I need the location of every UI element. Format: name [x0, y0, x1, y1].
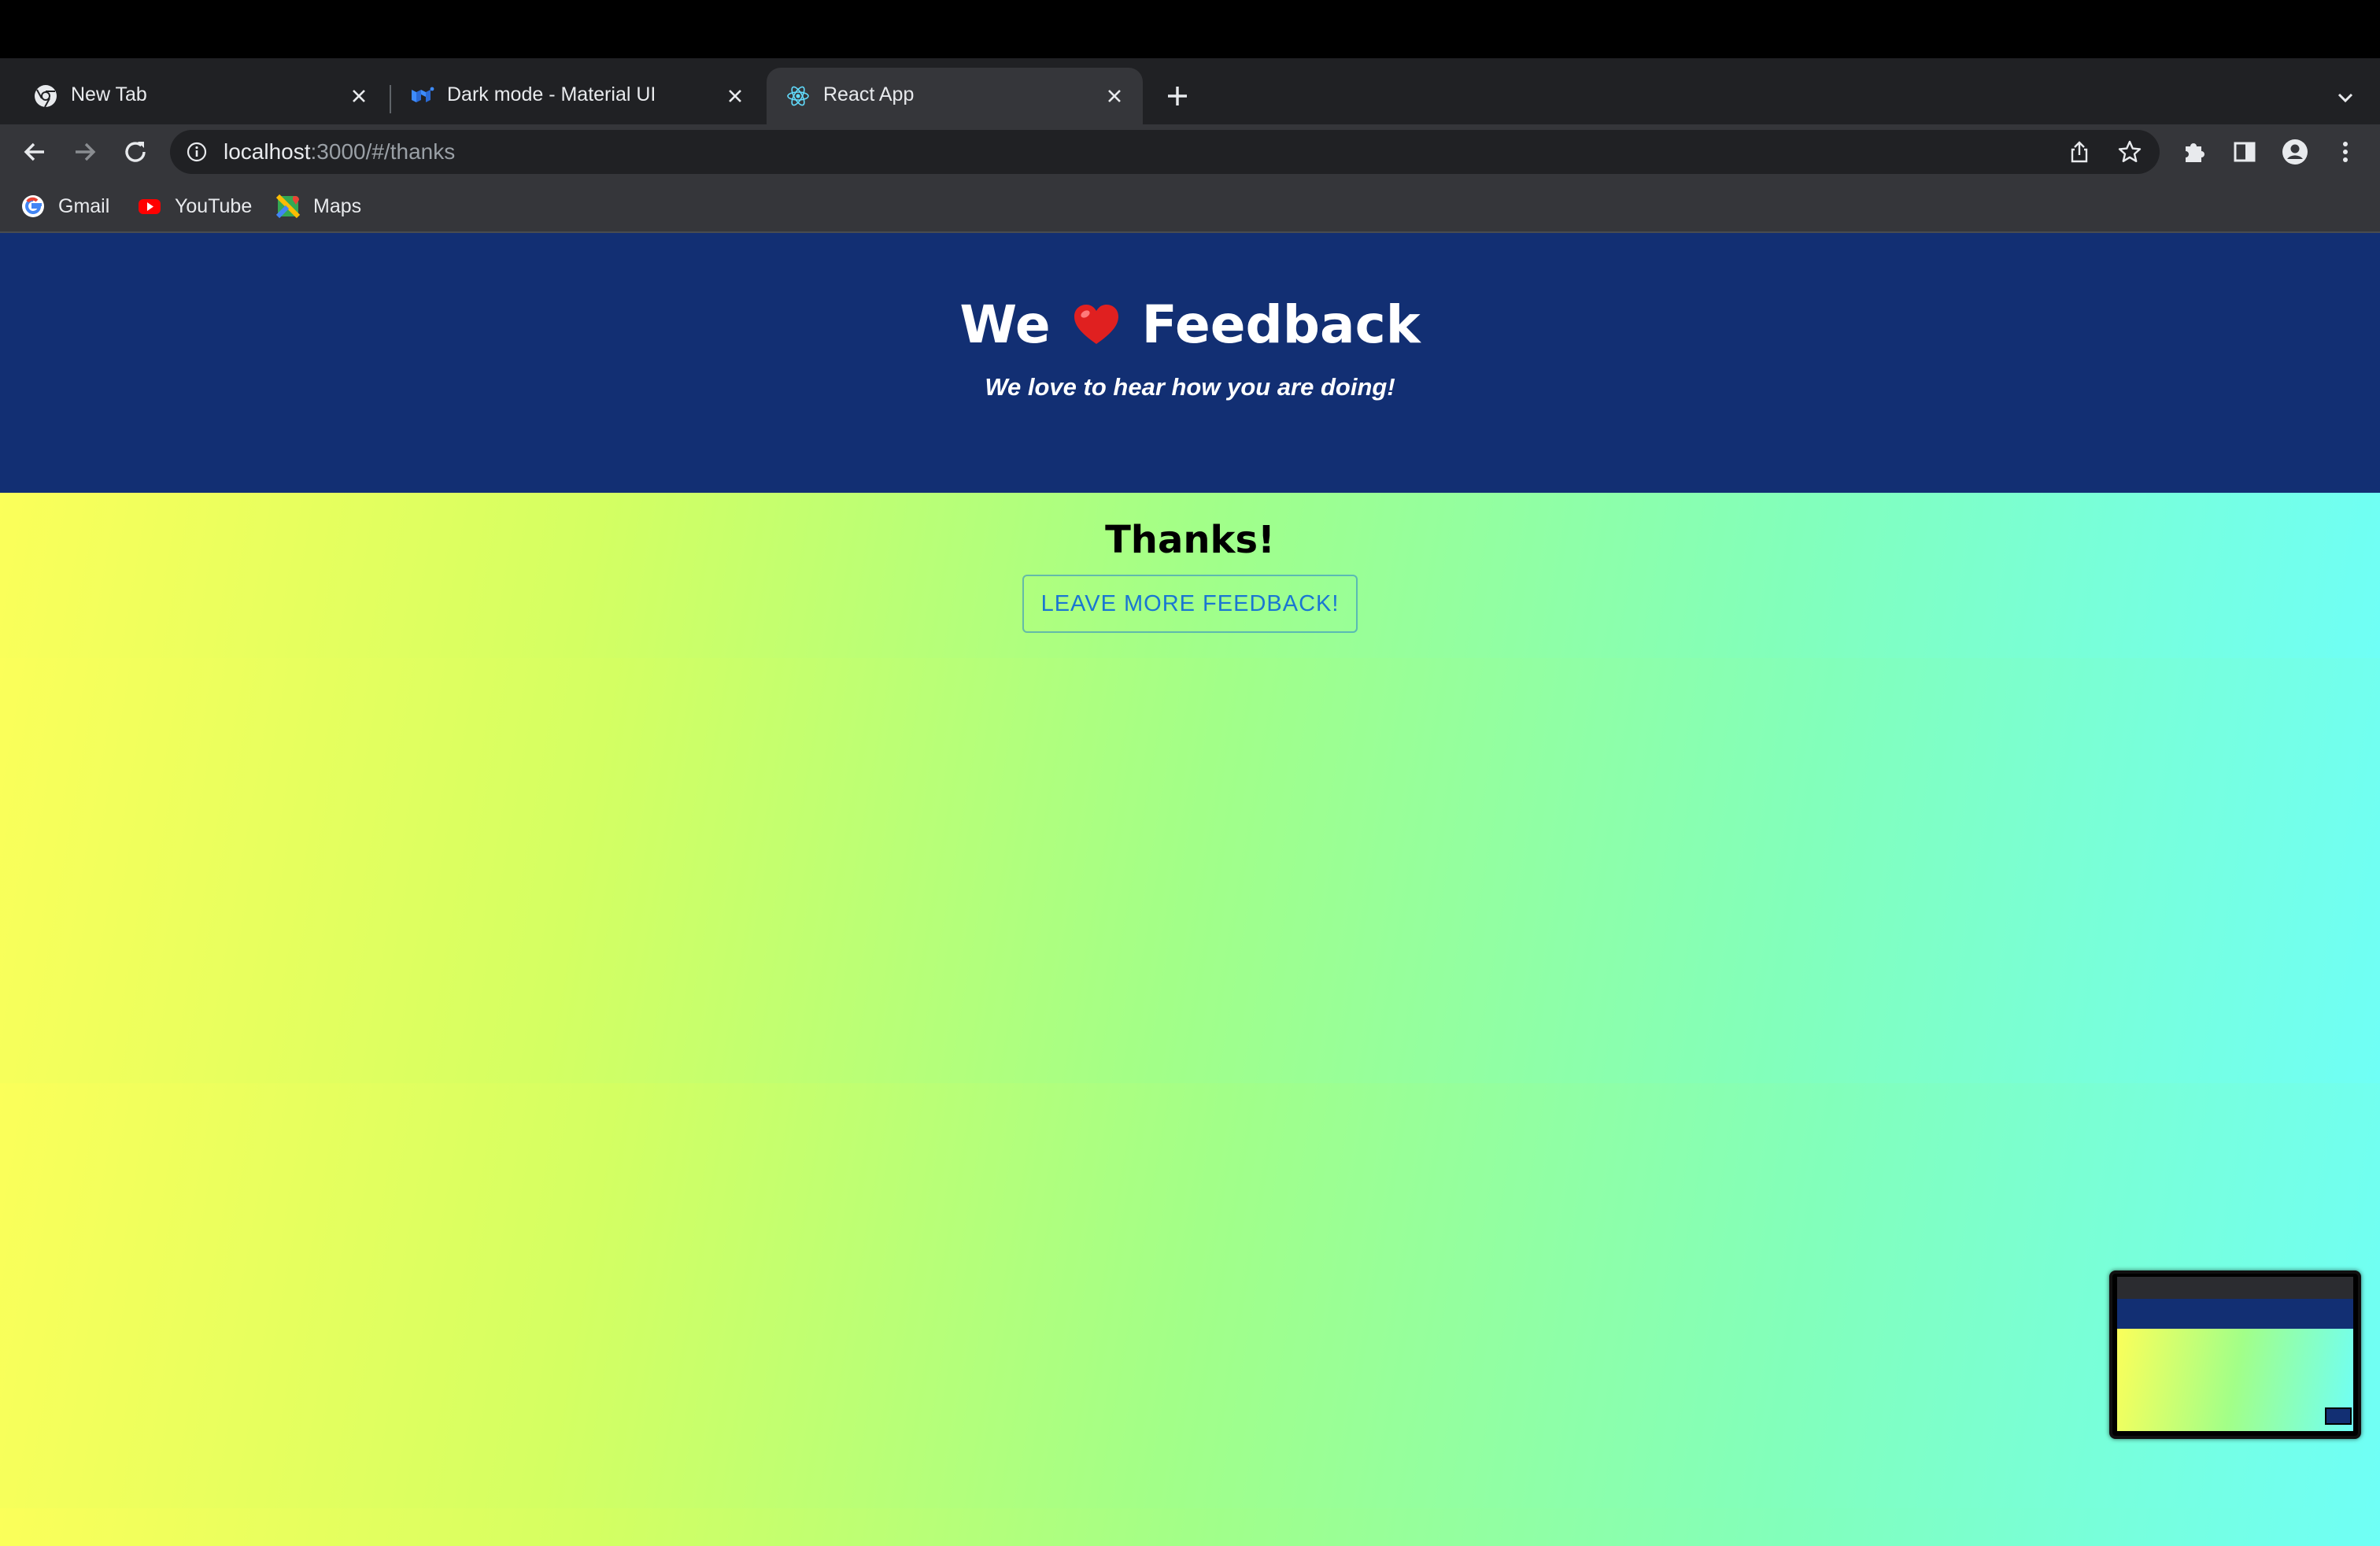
bookmark-gmail[interactable]: Gmail: [20, 190, 109, 222]
heart-icon: [1074, 304, 1118, 344]
gradient-background: [0, 1508, 2380, 1546]
close-tab-icon[interactable]: [1099, 80, 1130, 112]
site-info-icon[interactable]: [186, 141, 208, 163]
gradient-background: [0, 658, 2380, 1083]
bookmark-label: Maps: [313, 194, 362, 217]
screen-recording-thumbnail[interactable]: [2109, 1270, 2361, 1439]
bookmark-label: YouTube: [175, 194, 253, 217]
reload-icon: [125, 142, 146, 162]
tab-title: New Tab: [71, 83, 147, 105]
title-feedback: Feedback: [1141, 294, 1421, 355]
tab-title: Dark mode - Material UI: [447, 83, 656, 105]
avatar-icon: [2282, 139, 2308, 165]
thanks-heading: Thanks!: [1105, 518, 1275, 562]
thumbnail-mini-preview: [2325, 1407, 2352, 1425]
react-logo-icon: [787, 86, 809, 106]
side-panel-icon: [2234, 142, 2256, 162]
bookmark-star-icon[interactable]: [2117, 139, 2142, 165]
title-we: We: [959, 294, 1051, 355]
bookmark-label: Gmail: [58, 194, 110, 217]
puzzle-icon: [2186, 143, 2204, 162]
close-tab-icon[interactable]: [343, 80, 375, 112]
reload-button[interactable]: [118, 135, 153, 169]
tab-new-tab[interactable]: New Tab: [14, 68, 387, 124]
profile-button[interactable]: [2278, 135, 2312, 169]
browser-menu-button[interactable]: [2328, 135, 2363, 169]
thumbnail-body: [2117, 1329, 2353, 1431]
tab-search-chevron-icon[interactable]: [2328, 80, 2363, 115]
url-text[interactable]: localhost:3000/#/thanks: [224, 139, 455, 165]
youtube-icon: [139, 199, 161, 214]
new-tab-button[interactable]: [1160, 79, 1195, 113]
site-header: We Feedback We love to hear how you are …: [0, 233, 2380, 493]
page-viewport: We Feedback We love to hear how you are …: [0, 233, 2380, 1546]
site-title: We Feedback: [0, 294, 2380, 355]
bookmark-youtube[interactable]: YouTube: [137, 190, 252, 222]
kebab-menu-icon: [2343, 142, 2348, 162]
back-button[interactable]: [17, 135, 52, 169]
google-icon: [22, 195, 44, 217]
gradient-background: [0, 1083, 2380, 1508]
address-bar[interactable]: localhost:3000/#/thanks: [170, 130, 2160, 174]
thumbnail-chrome: [2117, 1277, 2353, 1299]
url-path: :3000/#/thanks: [310, 139, 456, 164]
os-top-bar: [0, 0, 2380, 58]
mui-logo-icon: [412, 87, 434, 102]
thumbnail-header: [2117, 1299, 2353, 1329]
tab-material-ui[interactable]: Dark mode - Material UI: [390, 68, 763, 124]
close-tab-icon[interactable]: [719, 80, 751, 112]
side-panel-button[interactable]: [2227, 135, 2262, 169]
share-icon[interactable]: [2067, 139, 2092, 165]
url-host: localhost: [224, 139, 311, 164]
tab-title: React App: [823, 83, 915, 105]
site-subtitle: We love to hear how you are doing!: [985, 373, 1395, 401]
browser-toolbar: localhost:3000/#/thanks: [0, 124, 2380, 179]
tab-react-app[interactable]: React App: [767, 68, 1143, 124]
forward-button[interactable]: [68, 135, 102, 169]
extensions-button[interactable]: [2177, 135, 2212, 169]
bookmark-maps[interactable]: Maps: [275, 190, 361, 222]
bookmarks-bar: Gmail YouTube Maps: [0, 179, 2380, 233]
maps-icon: [275, 194, 301, 219]
arrow-left-icon: [24, 142, 44, 161]
chrome-icon: [35, 85, 57, 108]
leave-more-feedback-button[interactable]: LEAVE MORE FEEDBACK!: [1022, 575, 1358, 633]
arrow-right-icon: [76, 142, 96, 161]
